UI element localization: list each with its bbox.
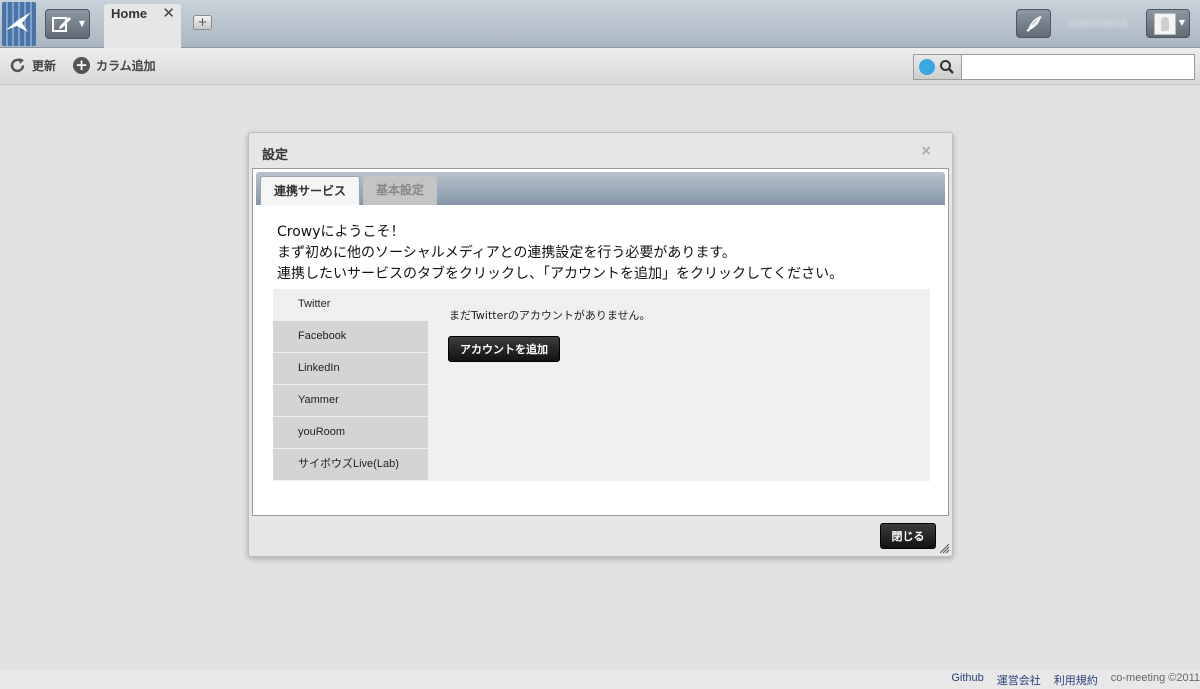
copyright-text: co-meeting ©2011 xyxy=(1110,672,1200,684)
refresh-button[interactable]: 更新 xyxy=(9,57,56,74)
service-list: Twitter Facebook LinkedIn Yammer youRoom… xyxy=(273,289,428,481)
service-item-cybozu-live[interactable]: サイボウズLive(Lab) xyxy=(273,449,428,480)
footer-link-github[interactable]: Github xyxy=(951,672,983,688)
resize-handle-icon[interactable] xyxy=(938,542,950,554)
services-panel: Twitter Facebook LinkedIn Yammer youRoom… xyxy=(273,289,930,481)
avatar xyxy=(1154,13,1176,35)
search-input[interactable] xyxy=(964,57,1192,77)
compose-icon xyxy=(52,17,71,32)
footer-link-company[interactable]: 運営会社 xyxy=(997,672,1041,688)
chevron-down-icon: ▼ xyxy=(1178,18,1185,27)
close-tab-icon[interactable]: ✕ xyxy=(162,4,175,22)
user-name[interactable]: username xyxy=(1068,16,1128,30)
search-icon xyxy=(940,60,954,74)
app-logo[interactable] xyxy=(2,2,36,46)
add-account-button[interactable]: アカウントを追加 xyxy=(448,336,560,362)
search-service-select[interactable] xyxy=(914,55,962,79)
add-tab-button[interactable]: + xyxy=(193,15,212,30)
service-item-linkedin[interactable]: LinkedIn xyxy=(273,353,428,384)
service-item-yammer[interactable]: Yammer xyxy=(273,385,428,416)
footer-links: Github 運営会社 利用規約 co-meeting ©2011 xyxy=(951,672,1200,688)
refresh-label: 更新 xyxy=(32,59,57,73)
intro-text: Crowyにようこそ！ まず初めに他のソーシャルメディアとの連携設定を行う必要が… xyxy=(277,222,843,285)
tab-basic-settings[interactable]: 基本設定 xyxy=(363,176,438,205)
settings-tab-bar: 連携サービス 基本設定 xyxy=(256,172,945,205)
refresh-icon xyxy=(10,58,25,73)
top-bar: ▼ Home ✕ + username ▼ xyxy=(0,0,1200,48)
bird-logo-icon xyxy=(6,12,31,32)
service-item-twitter[interactable]: Twitter xyxy=(273,289,428,320)
user-menu-button[interactable]: ▼ xyxy=(1146,9,1190,38)
dialog-title: 設定 xyxy=(262,148,289,163)
feather-toggle-button[interactable] xyxy=(1016,9,1051,38)
close-button[interactable]: 閉じる xyxy=(880,523,936,549)
settings-dialog: 設定 × 連携サービス 基本設定 Crowyにようこそ！ まず初めに他のソーシャ… xyxy=(248,132,953,557)
service-item-youroom[interactable]: youRoom xyxy=(273,417,428,448)
add-column-button[interactable]: + カラム追加 xyxy=(73,57,156,74)
add-column-label: カラム追加 xyxy=(96,59,156,73)
dialog-close-icon[interactable]: × xyxy=(920,143,932,159)
plus-circle-icon: + xyxy=(73,57,90,74)
tab-linked-services[interactable]: 連携サービス xyxy=(260,176,361,205)
intro-line-1: Crowyにようこそ！ xyxy=(277,224,405,240)
service-message: まだTwitterのアカウントがありません。 xyxy=(449,309,651,322)
footer: Github 運営会社 利用規約 co-meeting ©2011 xyxy=(0,670,1200,689)
intro-line-2: まず初めに他のソーシャルメディアとの連携設定を行う必要があります。 xyxy=(277,245,736,261)
twitter-icon xyxy=(919,59,935,75)
dialog-body: 連携サービス 基本設定 Crowyにようこそ！ まず初めに他のソーシャルメディア… xyxy=(252,168,949,516)
chevron-down-icon: ▼ xyxy=(78,19,85,28)
tab-home[interactable]: Home ✕ xyxy=(104,4,181,48)
feather-slash-icon xyxy=(1026,15,1042,33)
search-box xyxy=(913,54,1195,80)
footer-link-terms[interactable]: 利用規約 xyxy=(1054,672,1098,688)
tab-home-label: Home xyxy=(111,6,148,21)
compose-button[interactable]: ▼ xyxy=(45,9,90,39)
service-item-facebook[interactable]: Facebook xyxy=(273,321,428,352)
intro-line-3: 連携したいサービスのタブをクリックし、「アカウントを追加」をクリックしてください… xyxy=(277,266,844,282)
